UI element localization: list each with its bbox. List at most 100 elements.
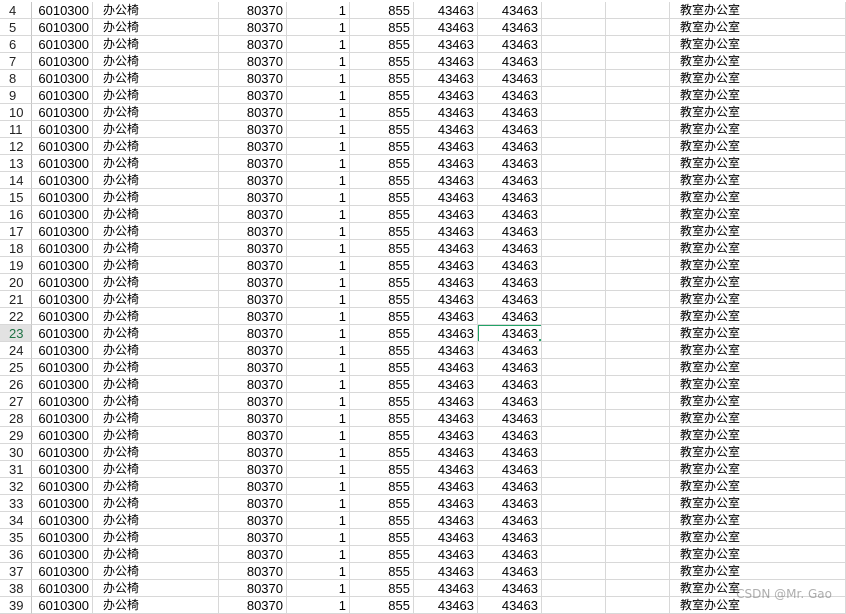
cell-location[interactable]: 教室办公室 bbox=[670, 291, 846, 308]
cell-number[interactable]: 80370 bbox=[219, 427, 287, 444]
cell-item-name[interactable]: 办公椅 bbox=[93, 70, 219, 87]
cell-code[interactable]: 6010300 bbox=[32, 257, 93, 274]
cell-price[interactable]: 855 bbox=[350, 308, 414, 325]
cell-item-name[interactable]: 办公椅 bbox=[93, 325, 219, 342]
cell-date-serial[interactable]: 43463 bbox=[414, 580, 478, 597]
cell-price[interactable]: 855 bbox=[350, 563, 414, 580]
cell-code[interactable]: 6010300 bbox=[32, 172, 93, 189]
cell-price[interactable]: 855 bbox=[350, 444, 414, 461]
cell-empty[interactable] bbox=[606, 342, 670, 359]
cell-code[interactable]: 6010300 bbox=[32, 19, 93, 36]
cell-date-serial[interactable]: 43463 bbox=[414, 87, 478, 104]
cell-date-serial[interactable]: 43463 bbox=[414, 597, 478, 614]
cell-price[interactable]: 855 bbox=[350, 597, 414, 614]
cell-quantity[interactable]: 1 bbox=[287, 155, 350, 172]
row-header[interactable]: 8 bbox=[0, 70, 32, 87]
row-header[interactable]: 5 bbox=[0, 19, 32, 36]
cell-empty[interactable] bbox=[606, 53, 670, 70]
cell-date-serial-2[interactable]: 43463 bbox=[478, 546, 542, 563]
cell-date-serial-2[interactable]: 43463 bbox=[478, 2, 542, 19]
cell-empty[interactable] bbox=[606, 2, 670, 19]
cell-empty[interactable] bbox=[542, 410, 606, 427]
cell-quantity[interactable]: 1 bbox=[287, 240, 350, 257]
cell-empty[interactable] bbox=[606, 240, 670, 257]
cell-code[interactable]: 6010300 bbox=[32, 529, 93, 546]
cell-date-serial[interactable]: 43463 bbox=[414, 155, 478, 172]
spreadsheet-grid[interactable]: 4 6010300 办公椅 80370 1 855 43463 43463 教室办公室 5 6010… bbox=[0, 0, 846, 614]
row-header[interactable]: 9 bbox=[0, 87, 32, 104]
cell-empty[interactable] bbox=[542, 325, 606, 342]
cell-location[interactable]: 教室办公室 bbox=[670, 223, 846, 240]
cell-empty[interactable] bbox=[542, 223, 606, 240]
cell-date-serial[interactable]: 43463 bbox=[414, 478, 478, 495]
cell-empty[interactable] bbox=[606, 461, 670, 478]
cell-code[interactable]: 6010300 bbox=[32, 478, 93, 495]
cell-date-serial[interactable]: 43463 bbox=[414, 172, 478, 189]
cell-item-name[interactable]: 办公椅 bbox=[93, 223, 219, 240]
row-header[interactable]: 24 bbox=[0, 342, 32, 359]
cell-code[interactable]: 6010300 bbox=[32, 308, 93, 325]
cell-code[interactable]: 6010300 bbox=[32, 461, 93, 478]
cell-item-name[interactable]: 办公椅 bbox=[93, 36, 219, 53]
cell-code[interactable]: 6010300 bbox=[32, 427, 93, 444]
cell-location[interactable]: 教室办公室 bbox=[670, 359, 846, 376]
cell-item-name[interactable]: 办公椅 bbox=[93, 121, 219, 138]
cell-price[interactable]: 855 bbox=[350, 478, 414, 495]
cell-price[interactable]: 855 bbox=[350, 104, 414, 121]
cell-price[interactable]: 855 bbox=[350, 53, 414, 70]
cell-empty[interactable] bbox=[542, 376, 606, 393]
cell-date-serial-2[interactable]: 43463 bbox=[478, 257, 542, 274]
cell-code[interactable]: 6010300 bbox=[32, 512, 93, 529]
cell-number[interactable]: 80370 bbox=[219, 444, 287, 461]
cell-date-serial-2[interactable]: 43463 bbox=[478, 563, 542, 580]
cell-number[interactable]: 80370 bbox=[219, 359, 287, 376]
cell-price[interactable]: 855 bbox=[350, 36, 414, 53]
cell-number[interactable]: 80370 bbox=[219, 172, 287, 189]
cell-empty[interactable] bbox=[542, 206, 606, 223]
cell-item-name[interactable]: 办公椅 bbox=[93, 257, 219, 274]
cell-quantity[interactable]: 1 bbox=[287, 478, 350, 495]
cell-empty[interactable] bbox=[542, 104, 606, 121]
cell-date-serial[interactable]: 43463 bbox=[414, 325, 478, 342]
cell-date-serial-2[interactable]: 43463 bbox=[478, 308, 542, 325]
cell-item-name[interactable]: 办公椅 bbox=[93, 155, 219, 172]
cell-date-serial-2[interactable]: 43463 bbox=[478, 223, 542, 240]
cell-item-name[interactable]: 办公椅 bbox=[93, 495, 219, 512]
row-header[interactable]: 25 bbox=[0, 359, 32, 376]
cell-empty[interactable] bbox=[542, 580, 606, 597]
cell-code[interactable]: 6010300 bbox=[32, 2, 93, 19]
cell-price[interactable]: 855 bbox=[350, 274, 414, 291]
cell-empty[interactable] bbox=[542, 53, 606, 70]
cell-date-serial[interactable]: 43463 bbox=[414, 461, 478, 478]
cell-date-serial-2[interactable]: 43463 bbox=[478, 53, 542, 70]
cell-date-serial-2[interactable]: 43463 bbox=[478, 19, 542, 36]
cell-empty[interactable] bbox=[542, 274, 606, 291]
cell-date-serial[interactable]: 43463 bbox=[414, 427, 478, 444]
cell-date-serial-2[interactable]: 43463 bbox=[478, 155, 542, 172]
cell-empty[interactable] bbox=[542, 461, 606, 478]
cell-date-serial[interactable]: 43463 bbox=[414, 138, 478, 155]
cell-price[interactable]: 855 bbox=[350, 359, 414, 376]
cell-location[interactable]: 教室办公室 bbox=[670, 206, 846, 223]
cell-date-serial-2[interactable]: 43463 bbox=[478, 189, 542, 206]
cell-item-name[interactable]: 办公椅 bbox=[93, 240, 219, 257]
cell-number[interactable]: 80370 bbox=[219, 291, 287, 308]
cell-item-name[interactable]: 办公椅 bbox=[93, 342, 219, 359]
cell-empty[interactable] bbox=[542, 155, 606, 172]
cell-quantity[interactable]: 1 bbox=[287, 2, 350, 19]
cell-location[interactable]: 教室办公室 bbox=[670, 36, 846, 53]
cell-quantity[interactable]: 1 bbox=[287, 376, 350, 393]
cell-location[interactable]: 教室办公室 bbox=[670, 325, 846, 342]
cell-location[interactable]: 教室办公室 bbox=[670, 70, 846, 87]
cell-code[interactable]: 6010300 bbox=[32, 597, 93, 614]
cell-empty[interactable] bbox=[542, 240, 606, 257]
cell-price[interactable]: 855 bbox=[350, 325, 414, 342]
cell-quantity[interactable]: 1 bbox=[287, 291, 350, 308]
cell-empty[interactable] bbox=[542, 87, 606, 104]
cell-empty[interactable] bbox=[542, 308, 606, 325]
cell-empty[interactable] bbox=[606, 529, 670, 546]
cell-item-name[interactable]: 办公椅 bbox=[93, 444, 219, 461]
cell-date-serial-2[interactable]: 43463 bbox=[478, 104, 542, 121]
cell-item-name[interactable]: 办公椅 bbox=[93, 138, 219, 155]
cell-date-serial-2[interactable]: 43463 bbox=[478, 580, 542, 597]
